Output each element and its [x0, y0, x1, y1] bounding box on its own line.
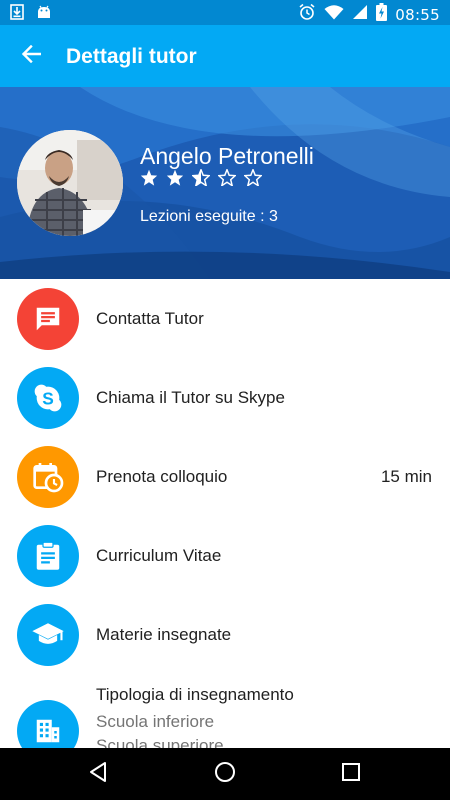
system-nav-bar: [0, 748, 450, 800]
alarm-icon: [298, 3, 316, 26]
nav-back-button[interactable]: [84, 760, 112, 788]
nav-recents-button[interactable]: [337, 760, 365, 788]
message-icon: [17, 288, 79, 350]
skype-icon: S: [17, 367, 79, 429]
list-item-label: Curriculum Vitae: [96, 546, 222, 565]
list-item-skype-call[interactable]: S Chiama il Tutor su Skype: [0, 358, 450, 437]
teaching-type-label: Tipologia di insegnamento: [96, 685, 294, 704]
building-icon: [17, 700, 79, 748]
arrow-back-icon: [21, 44, 42, 68]
action-list: Contatta Tutor S Chiama il Tutor su Skyp…: [0, 279, 450, 748]
back-button[interactable]: [14, 40, 48, 72]
list-item-teaching-type[interactable]: Tipologia di insegnamento Scuola inferio…: [0, 674, 450, 748]
lessons-count: Lezioni eseguite : 3: [140, 208, 278, 225]
svg-text:S: S: [42, 389, 54, 409]
signal-icon: [352, 4, 368, 25]
school-icon: [17, 604, 79, 666]
star-empty-icon: [217, 167, 237, 191]
list-item-label: Prenota colloquio: [96, 467, 228, 486]
list-item-book-interview[interactable]: Prenota colloquio 15 min: [0, 437, 450, 516]
home-circle-icon: [213, 760, 237, 789]
star-empty-icon: [243, 167, 263, 191]
android-icon: [36, 4, 52, 25]
tutor-name: Angelo Petronelli: [140, 143, 314, 169]
recents-square-icon: [341, 762, 361, 787]
teaching-type-item: Scuola superiore: [96, 736, 224, 748]
star-full-icon: [140, 169, 158, 191]
status-time: 08:55: [395, 5, 440, 24]
list-item-contact-tutor[interactable]: Contatta Tutor: [0, 279, 450, 358]
battery-charging-icon: [376, 3, 388, 26]
nav-home-button[interactable]: [211, 760, 239, 788]
status-bar: 08:55: [0, 0, 450, 25]
rating-stars: [140, 167, 263, 191]
clipboard-icon: [17, 525, 79, 587]
back-triangle-icon: [88, 761, 108, 788]
page-title: Dettagli tutor: [66, 45, 197, 68]
wifi-icon: [324, 4, 344, 25]
list-item-label: Contatta Tutor: [96, 309, 204, 328]
star-half-icon: [191, 167, 211, 191]
teaching-type-item: Scuola inferiore: [96, 712, 215, 731]
list-item-subjects[interactable]: Materie insegnate: [0, 595, 450, 674]
app-bar: Dettagli tutor: [0, 25, 450, 87]
calendar-clock-icon: [17, 446, 79, 508]
list-item-curriculum[interactable]: Curriculum Vitae: [0, 516, 450, 595]
download-icon: [10, 4, 24, 25]
profile-header: Angelo Petronelli Lezioni eseguite : 3: [0, 87, 450, 279]
star-full-icon: [166, 169, 184, 191]
list-item-label: Chiama il Tutor su Skype: [96, 388, 285, 407]
list-item-label: Materie insegnate: [96, 625, 232, 644]
avatar: [17, 130, 123, 236]
interview-duration: 15 min: [380, 467, 432, 486]
